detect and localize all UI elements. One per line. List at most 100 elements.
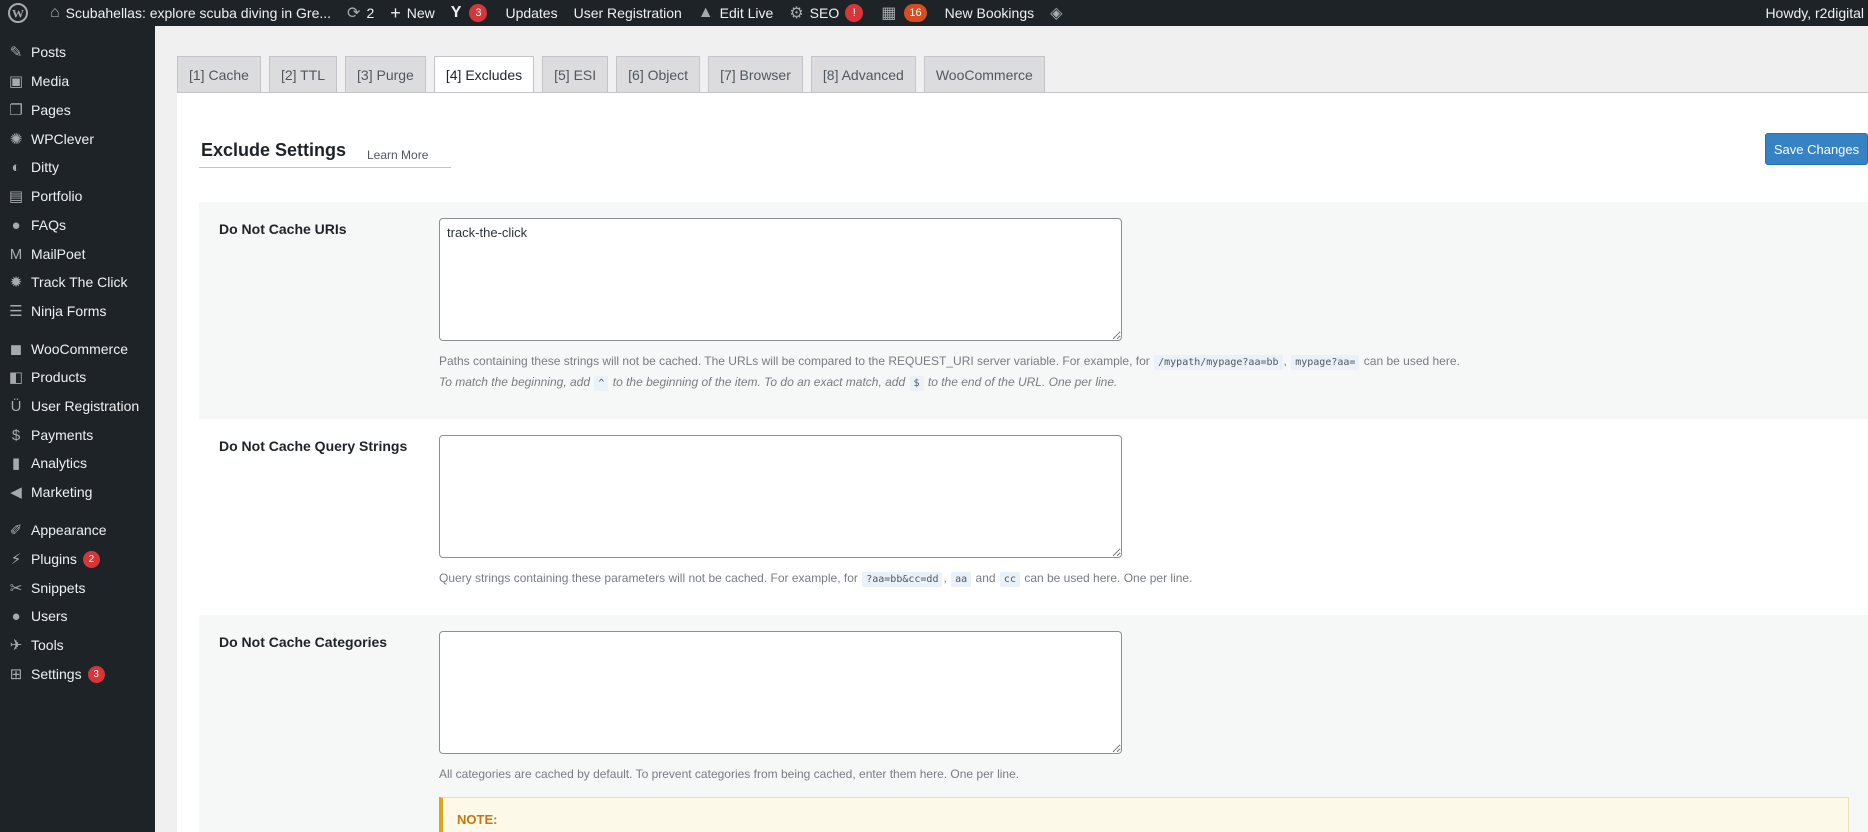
sidebar-item-ditty[interactable]: ◐ Ditty (0, 152, 155, 182)
tab-2-ttl[interactable]: [2] TTL (268, 56, 338, 92)
diamond-menu[interactable]: ◈ (1042, 0, 1076, 26)
site-name-link[interactable]: ⌂ Scubahellas: explore scuba diving in G… (42, 0, 339, 26)
tab-6-object[interactable]: [6] Object (616, 56, 701, 92)
tab-8-advanced[interactable]: [8] Advanced (810, 56, 916, 92)
row-do-not-cache-query-strings: Do Not Cache Query Strings Query strings… (199, 419, 1868, 615)
tab-1-cache[interactable]: [1] Cache (177, 56, 261, 92)
pushpin-icon: ✎ (9, 44, 23, 61)
tab-5-esi[interactable]: [5] ESI (542, 56, 609, 92)
mailpoet-icon: M (9, 245, 23, 263)
uris-textarea[interactable] (439, 218, 1122, 341)
info-icon: ● (11, 216, 21, 234)
sidebar-item-tools[interactable]: ✈ Tools (0, 630, 155, 660)
sidebar-item-label: Pages (31, 102, 71, 118)
save-changes-button[interactable]: Save Changes (1765, 133, 1868, 165)
bookings-calendar-link[interactable]: ▦ 16 (873, 0, 936, 26)
wrench-icon: ✈ (9, 637, 23, 654)
categories-description: All categories are cached by default. To… (439, 767, 1020, 781)
separator: , (943, 571, 947, 585)
edit-live-icon: ▲ (697, 4, 714, 21)
sidebar-item-users[interactable]: ● Users (0, 601, 155, 631)
note-title: NOTE: (457, 812, 498, 827)
sidebar-item-label: MailPoet (31, 246, 86, 262)
updates-menu-link[interactable]: Updates (497, 0, 565, 26)
updates-count: 2 (366, 5, 375, 21)
seo-gear-icon: ⚙ (789, 5, 804, 22)
lightbulb-icon: ✺ (9, 131, 23, 148)
tab-7-browser[interactable]: [7] Browser (708, 56, 803, 92)
code-example: mypage?aa= (1291, 355, 1360, 370)
wp-logo-menu[interactable]: W (0, 0, 42, 26)
sidebar-item-label: Track The Click (31, 274, 128, 290)
new-bookings-link[interactable]: New Bookings (937, 0, 1043, 26)
settings-panel: Exclude Settings Learn More Save Changes… (177, 93, 1868, 832)
settings-tabs: [1] Cache [2] TTL [3] Purge [4] Excludes [5]… (177, 56, 1045, 93)
code-example: cc (999, 572, 1020, 587)
sidebar-item-track-the-click[interactable]: ✹ Track The Click (0, 267, 155, 297)
user-icon: ● (11, 607, 21, 625)
count-badge: 2 (82, 550, 100, 568)
home-icon: ⌂ (50, 4, 60, 21)
sidebar-item-label: Ditty (31, 159, 59, 175)
learn-more-link[interactable]: Learn More (367, 148, 428, 162)
admin-bar: W ⌂ Scubahellas: explore scuba diving in… (0, 0, 1868, 26)
new-content-menu[interactable]: + New (382, 0, 443, 26)
edit-live-link[interactable]: ▲ Edit Live (690, 0, 782, 26)
sidebar-item-appearance[interactable]: ✐ Appearance (0, 515, 155, 545)
seo-alert-badge: ! (845, 4, 864, 22)
sidebar-item-mailpoet[interactable]: M MailPoet (0, 239, 155, 269)
seo-menu[interactable]: ⚙ SEO ! (781, 0, 873, 26)
sidebar-item-label: Tools (31, 637, 64, 653)
sidebar-item-plugins[interactable]: ⚡ Plugins 2 (0, 544, 155, 574)
sidebar-item-settings[interactable]: ⊞ Settings 3 (0, 659, 155, 689)
bookings-count-badge: 16 (904, 4, 927, 22)
code-example: /mypath/mypage?aa=bb (1154, 355, 1283, 370)
sidebar-item-woocommerce[interactable]: ◼ WooCommerce (0, 334, 155, 364)
uris-desc-text: to the end of the URL. One per line. (927, 375, 1118, 389)
query-desc-text: and (975, 571, 996, 585)
updates-link[interactable]: ⟳ 2 (339, 0, 382, 26)
sidebar-item-pages[interactable]: ❐ Pages (0, 95, 155, 125)
bag-icon: ◧ (8, 369, 24, 386)
uris-desc-text: To match the beginning, add (439, 375, 591, 389)
sidebar-item-snippets[interactable]: ✂ Snippets (0, 573, 155, 603)
section-title: Exclude Settings (201, 140, 347, 160)
sidebar-item-posts[interactable]: ✎ Posts (0, 37, 155, 67)
query-strings-textarea[interactable] (439, 435, 1122, 558)
sidebar-item-label: User Registration (31, 398, 140, 414)
my-account-menu[interactable]: Howdy, r2digital (1757, 0, 1868, 26)
uris-label: Do Not Cache URIs (219, 221, 347, 237)
categories-label: Do Not Cache Categories (219, 634, 388, 650)
sidebar-item-label: Analytics (31, 455, 88, 471)
sidebar-item-portfolio[interactable]: ▤ Portfolio (0, 181, 155, 211)
tab-4-excludes[interactable]: [4] Excludes (433, 56, 535, 93)
dollar-icon: $ (11, 426, 21, 444)
settings-icon: ⊞ (9, 666, 23, 683)
new-label: New (406, 5, 435, 21)
sidebar-item-marketing[interactable]: ◀ Marketing (0, 477, 155, 507)
sidebar-item-analytics[interactable]: ▮ Analytics (0, 448, 155, 478)
tab-woocommerce[interactable]: WooCommerce (923, 56, 1045, 92)
main-content: [1] Cache [2] TTL [3] Purge [4] Excludes [5]… (155, 26, 1868, 832)
yoast-menu[interactable]: Y 3 (443, 0, 498, 26)
sidebar-item-payments[interactable]: $ Payments (0, 420, 155, 450)
count-badge: 3 (87, 665, 105, 683)
sidebar-item-ninja-forms[interactable]: ☰ Ninja Forms (0, 296, 155, 326)
scissors-icon: ✂ (9, 580, 23, 597)
code-example: aa (951, 572, 972, 587)
tab-3-purge[interactable]: [3] Purge (345, 56, 426, 92)
sidebar-item-faqs[interactable]: ● FAQs (0, 210, 155, 240)
categories-textarea[interactable] (439, 631, 1122, 754)
sidebar-item-label: Users (31, 608, 68, 624)
sidebar-item-user-registration[interactable]: Ü User Registration (0, 391, 155, 421)
sidebar-item-media[interactable]: ▣ Media (0, 66, 155, 96)
forms-icon: ☰ (9, 303, 23, 320)
howdy-text: Howdy, r2digital (1765, 5, 1864, 21)
sidebar-item-label: WPClever (31, 131, 95, 147)
code-example: $ (909, 376, 924, 391)
sidebar-item-label: Payments (31, 427, 94, 443)
sidebar-item-wpclever[interactable]: ✺ WPClever (0, 124, 155, 154)
sidebar-item-products[interactable]: ◧ Products (0, 362, 155, 392)
user-registration-link[interactable]: User Registration (566, 0, 690, 26)
pages-icon: ❐ (9, 102, 23, 119)
